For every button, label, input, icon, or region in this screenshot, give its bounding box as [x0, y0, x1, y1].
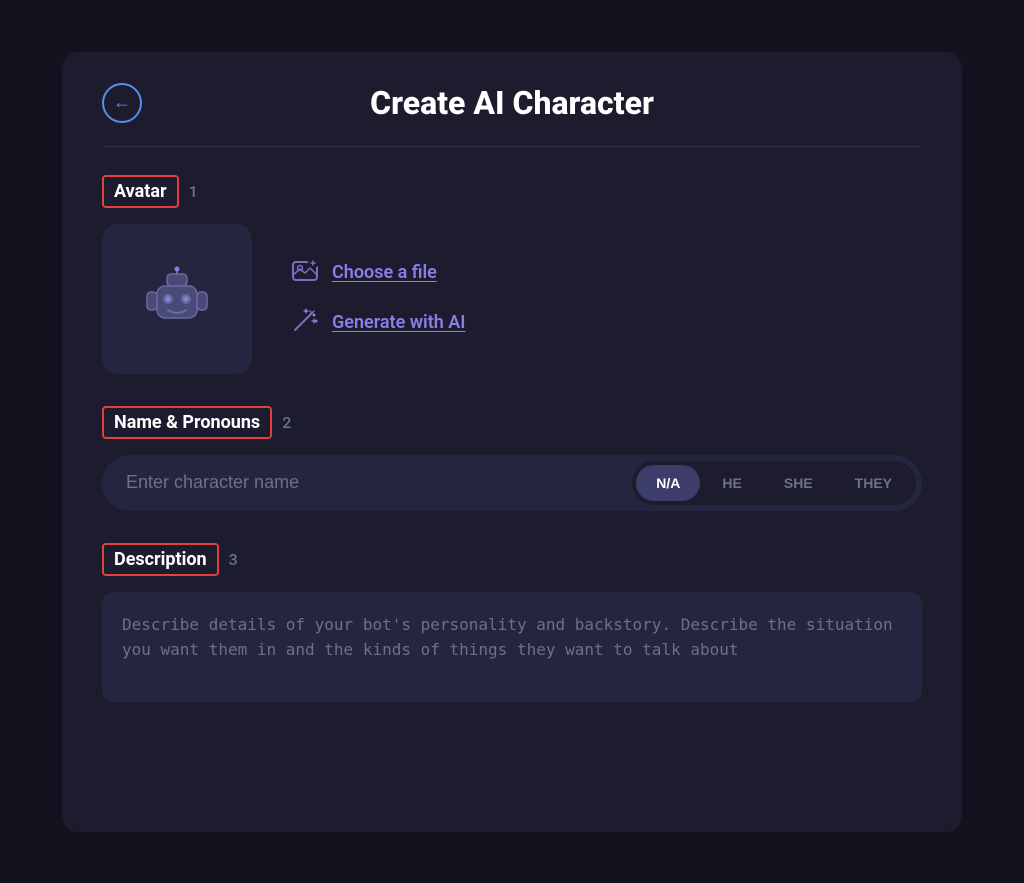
- avatar-label-text: Avatar: [102, 175, 179, 208]
- pronoun-he-button[interactable]: HE: [702, 465, 761, 501]
- character-name-input[interactable]: [126, 462, 624, 503]
- page-container: ← Create AI Character Avatar 1: [0, 0, 1024, 883]
- header: ← Create AI Character: [102, 84, 922, 122]
- robot-icon: [142, 264, 212, 334]
- avatar-section-label: Avatar 1: [102, 175, 922, 208]
- pronoun-na-button[interactable]: N/A: [636, 465, 700, 501]
- back-button[interactable]: ←: [102, 83, 142, 123]
- description-section-label: Description 3: [102, 543, 922, 576]
- main-card: ← Create AI Character Avatar 1: [62, 52, 962, 832]
- generate-ai-link[interactable]: Generate with AI: [332, 312, 465, 333]
- description-textarea[interactable]: [102, 592, 922, 702]
- avatar-actions: Choose a file: [292, 259, 465, 339]
- avatar-content: Choose a file: [102, 224, 922, 374]
- choose-file-row[interactable]: Choose a file: [292, 259, 465, 287]
- pronoun-buttons-group: N/A HE SHE THEY: [632, 461, 916, 505]
- choose-file-link[interactable]: Choose a file: [332, 262, 437, 283]
- name-pronouns-section: Name & Pronouns 2 N/A HE SHE THEY: [102, 406, 922, 511]
- generate-ai-row[interactable]: Generate with AI: [292, 307, 465, 339]
- name-section-number: 2: [282, 413, 291, 432]
- page-title: Create AI Character: [102, 84, 922, 122]
- avatar-placeholder: [102, 224, 252, 374]
- name-input-row: N/A HE SHE THEY: [102, 455, 922, 511]
- pronoun-they-button[interactable]: THEY: [835, 465, 912, 501]
- image-upload-icon: [292, 259, 318, 287]
- avatar-section-number: 1: [189, 182, 198, 201]
- back-arrow-icon: ←: [113, 92, 131, 113]
- avatar-section: Avatar 1: [102, 175, 922, 374]
- header-divider: [102, 146, 922, 147]
- description-section: Description 3: [102, 543, 922, 706]
- name-label-text: Name & Pronouns: [102, 406, 272, 439]
- description-label-text: Description: [102, 543, 219, 576]
- name-section-label: Name & Pronouns 2: [102, 406, 922, 439]
- pronoun-she-button[interactable]: SHE: [764, 465, 833, 501]
- description-section-number: 3: [229, 550, 238, 569]
- magic-wand-icon: [292, 307, 318, 339]
